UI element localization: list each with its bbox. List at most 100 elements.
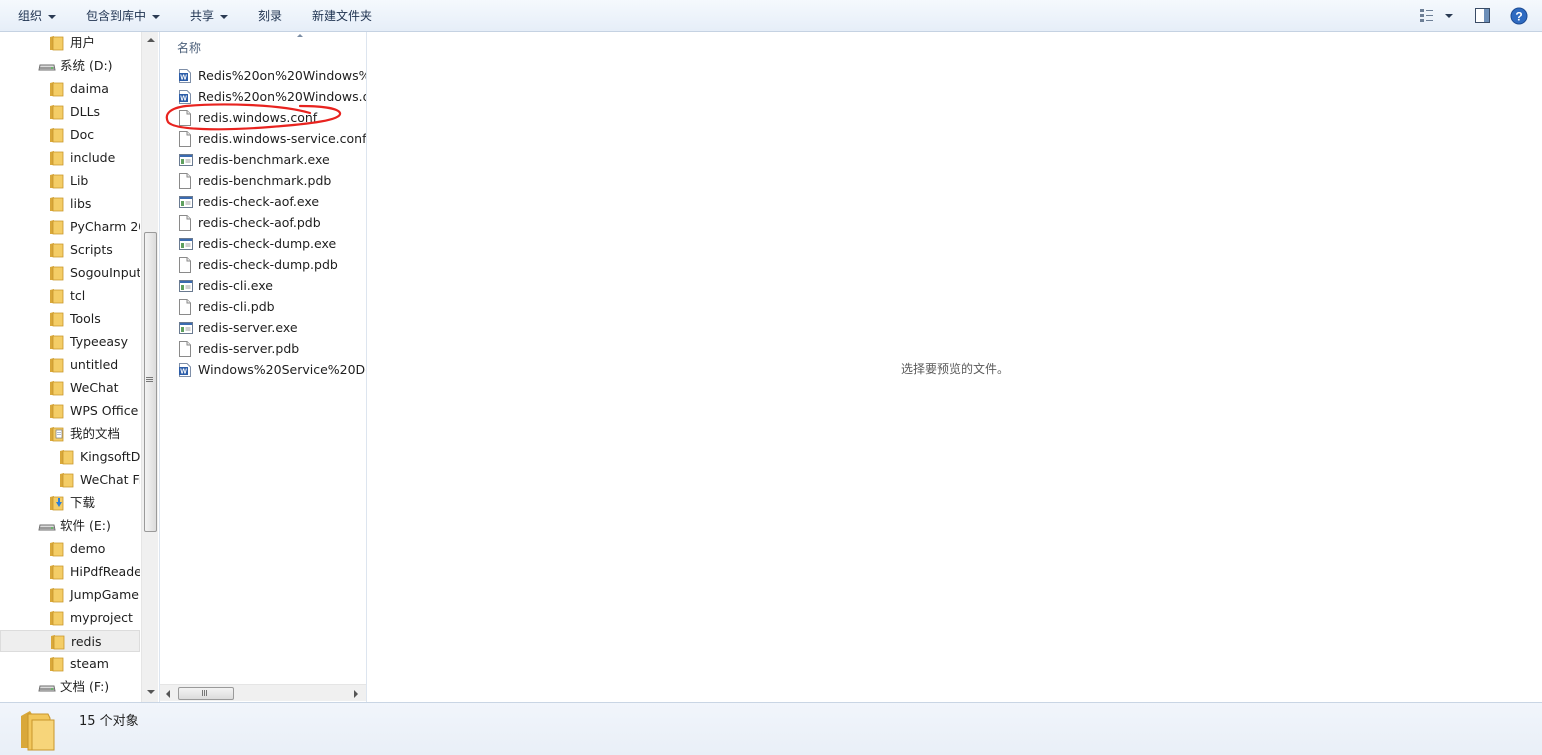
share-button[interactable]: 共享 bbox=[190, 0, 229, 32]
nav-item-icon bbox=[49, 610, 65, 629]
file-row[interactable]: redis-server.pdb bbox=[160, 338, 366, 359]
file-list-horizontal-scrollbar[interactable] bbox=[160, 684, 366, 701]
executable-icon bbox=[179, 322, 193, 334]
file-name: redis-check-aof.pdb bbox=[198, 215, 321, 230]
file-row[interactable]: redis-benchmark.exe bbox=[160, 149, 366, 170]
burn-button[interactable]: 刻录 bbox=[258, 0, 282, 32]
folder-icon bbox=[50, 404, 64, 419]
organize-button[interactable]: 组织 bbox=[18, 0, 57, 32]
file-row[interactable]: redis-benchmark.pdb bbox=[160, 170, 366, 191]
nav-folder-item[interactable]: demo bbox=[0, 538, 140, 560]
nav-folder-item[interactable]: Lib bbox=[0, 170, 140, 192]
file-row-icon bbox=[178, 257, 192, 275]
nav-item-label: Lib bbox=[70, 173, 89, 188]
preview-pane-button[interactable] bbox=[1474, 7, 1492, 28]
nav-folder-item[interactable]: SogouInput bbox=[0, 262, 140, 284]
nav-drive-item[interactable]: 系统 (D:) bbox=[0, 55, 140, 77]
file-name: Windows%20Service%20Doc bbox=[198, 362, 367, 377]
folder-icon bbox=[50, 358, 64, 373]
file-row[interactable]: redis-check-aof.exe bbox=[160, 191, 366, 212]
horizontal-scrollbar-grip-icon bbox=[202, 690, 203, 696]
nav-folder-item[interactable]: 用户 bbox=[0, 32, 140, 54]
nav-folder-item[interactable]: Doc bbox=[0, 124, 140, 146]
nav-folder-item[interactable]: WeChat bbox=[0, 377, 140, 399]
file-row-icon bbox=[178, 299, 192, 317]
nav-folder-item[interactable]: KingsoftDa bbox=[0, 446, 140, 468]
nav-item-icon bbox=[49, 541, 65, 560]
horizontal-scrollbar-thumb[interactable] bbox=[178, 687, 234, 700]
file-row-icon bbox=[178, 215, 192, 233]
folder-icon bbox=[50, 128, 64, 143]
nav-item-label: 文档 (F:) bbox=[60, 679, 110, 694]
help-button[interactable]: ? bbox=[1510, 7, 1528, 28]
new-folder-button[interactable]: 新建文件夹 bbox=[312, 0, 372, 32]
nav-item-label: redis bbox=[71, 634, 102, 649]
nav-drive-item[interactable]: 软件 (E:) bbox=[0, 515, 140, 537]
folder-icon bbox=[50, 588, 64, 603]
folder-icon bbox=[50, 381, 64, 396]
scroll-right-arrow-icon[interactable] bbox=[354, 690, 358, 698]
file-row[interactable]: redis-check-dump.exe bbox=[160, 233, 366, 254]
nav-item-label: Doc bbox=[70, 127, 95, 142]
nav-item-label: daima bbox=[70, 81, 109, 96]
nav-folder-item[interactable]: DLLs bbox=[0, 101, 140, 123]
nav-item-icon bbox=[49, 35, 65, 54]
nav-folder-item[interactable]: 我的文档 bbox=[0, 423, 140, 445]
nav-folder-item[interactable]: steam bbox=[0, 653, 140, 675]
file-name: Redis%20on%20Windows%2 bbox=[198, 68, 367, 83]
nav-item-icon bbox=[50, 634, 66, 651]
nav-folder-item[interactable]: WeChat Fi bbox=[0, 469, 140, 491]
organize-dropdown-icon bbox=[48, 14, 57, 19]
executable-icon bbox=[179, 154, 193, 166]
file-name: redis-benchmark.exe bbox=[198, 152, 330, 167]
include-in-library-button[interactable]: 包含到库中 bbox=[86, 0, 161, 32]
file-row[interactable]: redis-check-aof.pdb bbox=[160, 212, 366, 233]
file-row[interactable]: W Redis%20on%20Windows%2 bbox=[160, 65, 367, 86]
nav-folder-item[interactable]: HiPdfReade bbox=[0, 561, 140, 583]
file-icon bbox=[179, 299, 191, 315]
file-row[interactable]: redis-server.exe bbox=[160, 317, 366, 338]
nav-folder-item[interactable]: include bbox=[0, 147, 140, 169]
nav-drive-item[interactable]: 文档 (F:) bbox=[0, 676, 140, 698]
nav-folder-item[interactable]: Tools bbox=[0, 308, 140, 330]
nav-item-label: include bbox=[70, 150, 116, 165]
file-row[interactable]: W Windows%20Service%20Doc bbox=[160, 359, 367, 380]
nav-item-icon bbox=[49, 587, 65, 606]
nav-item-label: 用户 bbox=[70, 35, 96, 50]
nav-folder-item[interactable]: PyCharm 20 bbox=[0, 216, 140, 238]
nav-item-icon bbox=[49, 656, 65, 675]
nav-folder-item[interactable]: untitled bbox=[0, 354, 140, 376]
file-row[interactable]: redis-check-dump.pdb bbox=[160, 254, 366, 275]
nav-folder-item[interactable]: Scripts bbox=[0, 239, 140, 261]
nav-folder-item[interactable]: daima bbox=[0, 78, 140, 100]
scroll-down-arrow-icon[interactable] bbox=[147, 690, 155, 694]
nav-item-icon bbox=[38, 58, 56, 77]
folder-icon bbox=[50, 335, 64, 350]
scrollbar-thumb[interactable] bbox=[144, 232, 157, 532]
folder-icon bbox=[50, 220, 64, 235]
nav-folder-item[interactable]: myproject bbox=[0, 607, 140, 629]
word-document-icon: W bbox=[179, 69, 191, 83]
scrollbar-grip-icon bbox=[146, 377, 153, 378]
nav-folder-item[interactable]: redis bbox=[0, 630, 140, 652]
file-icon bbox=[179, 341, 191, 357]
nav-folder-item[interactable]: Typeeasy bbox=[0, 331, 140, 353]
nav-folder-item[interactable]: tcl bbox=[0, 285, 140, 307]
name-column-header[interactable]: 名称 bbox=[177, 39, 201, 56]
scroll-up-arrow-icon[interactable] bbox=[147, 38, 155, 42]
folder-icon bbox=[51, 635, 65, 650]
navigation-scrollbar[interactable] bbox=[141, 32, 158, 702]
nav-folder-item[interactable]: libs bbox=[0, 193, 140, 215]
new-folder-label: 新建文件夹 bbox=[312, 9, 373, 23]
nav-item-icon bbox=[49, 334, 65, 353]
file-row[interactable]: redis-cli.pdb bbox=[160, 296, 366, 317]
red-circle-annotation bbox=[165, 103, 342, 131]
file-row[interactable]: redis-cli.exe bbox=[160, 275, 366, 296]
nav-folder-item[interactable]: 下载 bbox=[0, 492, 140, 514]
scroll-left-arrow-icon[interactable] bbox=[166, 690, 170, 698]
navigation-pane[interactable]: 用户系统 (D:) daima DLLs Doc include Lib libs PyCha… bbox=[0, 32, 160, 702]
nav-folder-item[interactable]: JumpGame bbox=[0, 584, 140, 606]
nav-folder-item[interactable]: WPS Office bbox=[0, 400, 140, 422]
change-view-button[interactable] bbox=[1419, 7, 1455, 28]
share-dropdown-icon bbox=[220, 14, 229, 19]
